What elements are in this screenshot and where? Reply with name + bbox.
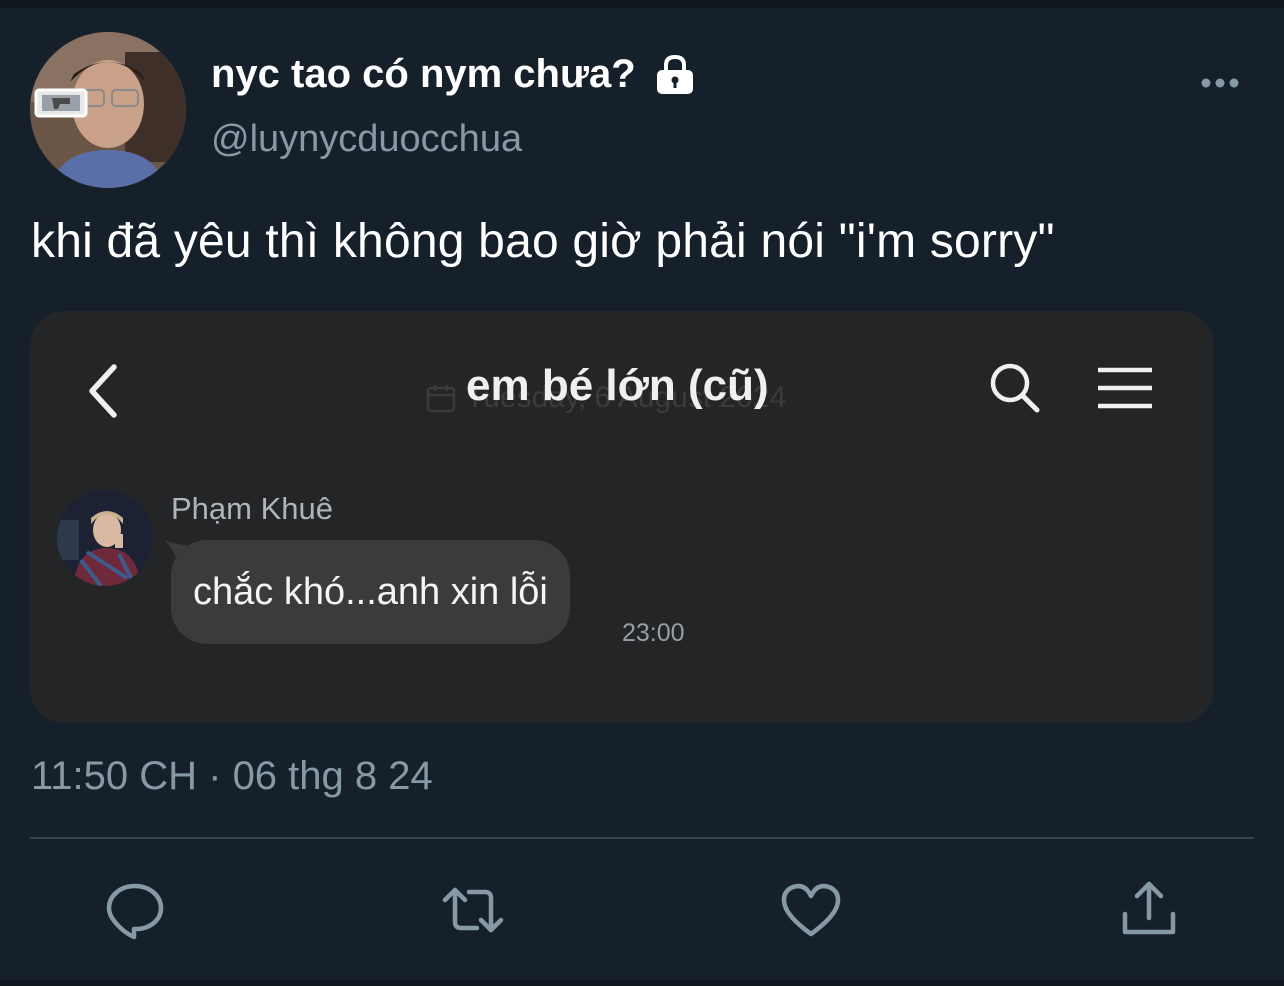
tweet-detail-view: nyc tao có nym chưa? @luynycduocchua khi… bbox=[0, 0, 1284, 986]
sender-name: Phạm Khuê bbox=[171, 491, 333, 526]
message-time: 23:00 bbox=[622, 619, 685, 647]
tweet-timestamp[interactable]: 11:50 CH · 06 thg 8 24 bbox=[31, 754, 433, 799]
bottom-edge bbox=[0, 980, 1284, 986]
reply-button[interactable] bbox=[103, 878, 167, 942]
hamburger-menu-icon bbox=[1096, 365, 1154, 411]
retweet-button[interactable] bbox=[441, 878, 505, 942]
author-handle[interactable]: @luynycduocchua bbox=[211, 118, 522, 161]
author-avatar[interactable] bbox=[30, 32, 186, 188]
calendar-icon bbox=[426, 385, 456, 413]
tweet-text: khi đã yêu thì không bao giờ phải nói "i… bbox=[31, 215, 1055, 268]
back-arrow-icon bbox=[86, 363, 120, 419]
attached-image[interactable]: Tuesday, 6 August 2024 em bé lớn (cũ) Ph… bbox=[30, 311, 1214, 723]
chat-title: em bé lớn (cũ) bbox=[466, 361, 769, 410]
display-name-text: nyc tao có nym chưa? bbox=[211, 52, 636, 96]
more-options-icon[interactable] bbox=[1198, 70, 1242, 96]
search-icon bbox=[988, 361, 1042, 415]
top-edge bbox=[0, 0, 1284, 8]
speech-bubble-icon bbox=[106, 883, 164, 940]
lock-icon bbox=[654, 53, 696, 97]
retweet-arrows-icon bbox=[442, 887, 504, 933]
like-button[interactable] bbox=[779, 878, 843, 942]
share-upload-icon bbox=[1122, 881, 1176, 935]
share-button[interactable] bbox=[1117, 878, 1181, 942]
author-display-name[interactable]: nyc tao có nym chưa? bbox=[211, 52, 696, 97]
divider bbox=[30, 837, 1254, 839]
message-text: chắc khó...anh xin lỗi bbox=[193, 570, 548, 613]
heart-icon bbox=[781, 883, 841, 937]
sender-avatar bbox=[57, 490, 153, 586]
message-bubble: chắc khó...anh xin lỗi bbox=[171, 540, 570, 644]
